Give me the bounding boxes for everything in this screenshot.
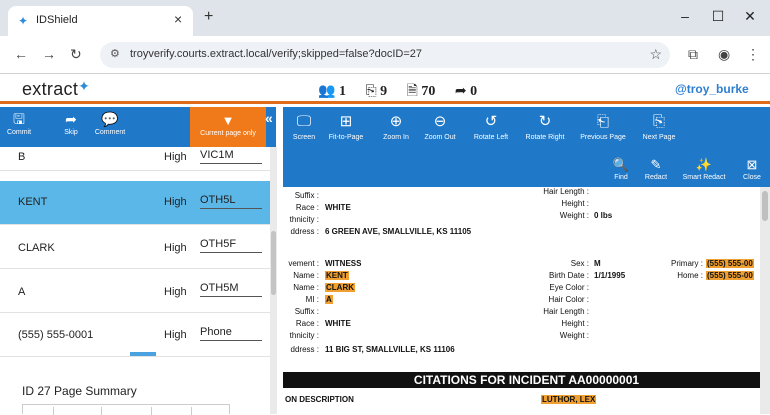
- collapse-panel-icon[interactable]: «: [265, 110, 273, 126]
- rotate-left-button[interactable]: ↺ Rotate Left: [469, 113, 513, 141]
- rotate-right-button[interactable]: ↻ Rotate Right: [521, 113, 569, 141]
- redaction-highlight[interactable]: (555) 555-00: [706, 259, 754, 268]
- magic-wand-icon: ✨: [695, 157, 713, 172]
- menu-icon[interactable]: ⋮: [746, 46, 760, 63]
- rotate-right-icon: ↻: [538, 113, 552, 130]
- redaction-highlight[interactable]: LUTHOR, LEX: [541, 395, 597, 404]
- filter-icon: ▼: [221, 113, 235, 128]
- app-header: extract✦ 👥 1 ⎘ 9 🗎 70 ➦ 0 @troy_burke: [0, 74, 770, 104]
- page-summary-title: ID 27 Page Summary: [22, 384, 137, 398]
- document-counts: 👥 1 ⎘ 9 🗎 70 ➦ 0: [318, 80, 493, 104]
- fit-to-page-button[interactable]: ⊞ Fit-to-Page: [323, 113, 369, 141]
- skip-button[interactable]: ➦ Skip: [56, 111, 86, 136]
- previous-page-icon: ⎗: [596, 113, 609, 130]
- zoom-out-icon: ⊖: [433, 113, 447, 130]
- document-page[interactable]: Suffix : Race : WHITE thnicity : ddress …: [283, 187, 770, 414]
- redaction-highlight[interactable]: (555) 555-00: [706, 271, 754, 280]
- browser-tab-bar: ✦ IDShield × + – ☐ ✕: [0, 0, 770, 36]
- bookmark-star-icon[interactable]: ☆: [649, 46, 662, 63]
- redaction-highlight[interactable]: CLARK: [325, 283, 355, 292]
- browser-tab[interactable]: ✦ IDShield ×: [8, 6, 193, 36]
- smart-redact-button[interactable]: ✨ Smart Redact: [679, 157, 729, 182]
- people-count: 👥 1: [318, 84, 346, 99]
- current-page-filter-button[interactable]: ▼ Current page only: [190, 107, 266, 147]
- docs-count: 🗎 70: [406, 84, 436, 99]
- profile-icon[interactable]: ◉: [718, 46, 730, 63]
- list-item[interactable]: KENT High OTH5L: [0, 181, 270, 225]
- skip-arrow-icon: ➦: [65, 111, 77, 127]
- list-item[interactable]: B High VIC1M: [0, 147, 270, 171]
- scrollbar-thumb[interactable]: [762, 191, 768, 221]
- reload-icon[interactable]: ↻: [70, 46, 82, 63]
- category-field[interactable]: OTH5L: [200, 194, 262, 209]
- redaction-highlight[interactable]: A: [325, 295, 333, 304]
- monitor-icon: 🖵: [296, 113, 312, 130]
- close-icon: ⊠: [746, 157, 758, 172]
- comment-icon: 💬: [101, 111, 119, 127]
- edit-icon: ✎: [650, 157, 662, 172]
- pages-count: ⎘ 9: [365, 84, 388, 99]
- search-icon: 🔍: [612, 157, 630, 172]
- list-item[interactable]: A High OTH5M: [0, 269, 270, 313]
- zoom-out-button[interactable]: ⊖ Zoom Out: [421, 113, 459, 141]
- site-settings-icon[interactable]: ⚙: [110, 47, 120, 60]
- redaction-list: B High VIC1M KENT High OTH5L CLARK High …: [0, 147, 270, 357]
- extract-logo: extract✦: [22, 78, 91, 99]
- redact-button[interactable]: ✎ Redact: [641, 157, 671, 182]
- address-bar[interactable]: ⚙ troyverify.courts.extract.local/verify…: [100, 42, 670, 68]
- forward-count: ➦ 0: [454, 84, 478, 99]
- close-tab-icon[interactable]: ×: [174, 11, 182, 27]
- back-icon[interactable]: ←: [14, 46, 28, 62]
- page-summary-table: [22, 404, 230, 415]
- cast-icon[interactable]: ⧉: [688, 46, 698, 63]
- list-item[interactable]: CLARK High OTH5F: [0, 225, 270, 269]
- screen-button[interactable]: 🖵 Screen: [289, 113, 319, 141]
- next-page-icon: ⎘: [652, 113, 665, 130]
- save-icon: 🖫: [13, 111, 25, 127]
- commit-button[interactable]: 🖫 Commit: [4, 111, 34, 136]
- zoom-in-button[interactable]: ⊕ Zoom In: [379, 113, 413, 141]
- previous-page-button[interactable]: ⎗ Previous Page: [577, 113, 629, 141]
- citations-heading: CITATIONS FOR INCIDENT AA00000001: [283, 372, 770, 388]
- forward-icon[interactable]: →: [42, 46, 56, 62]
- maximize-icon[interactable]: ☐: [708, 8, 728, 25]
- idshield-favicon-icon: ✦: [18, 14, 29, 28]
- new-tab-button[interactable]: +: [204, 8, 213, 26]
- user-name[interactable]: @troy_burke: [675, 82, 749, 96]
- list-scroll-indicator: [130, 352, 156, 356]
- next-page-button[interactable]: ⎘ Next Page: [637, 113, 681, 141]
- left-scrollbar[interactable]: [270, 147, 277, 414]
- scrollbar-thumb[interactable]: [271, 231, 276, 295]
- find-button[interactable]: 🔍 Find: [611, 157, 631, 182]
- browser-toolbar: ← → ↻ ⚙ troyverify.courts.extract.local/…: [0, 36, 770, 74]
- document-scrollbar[interactable]: [760, 187, 770, 414]
- url-text: troyverify.courts.extract.local/verify;s…: [130, 48, 423, 60]
- viewer-toolbar: 🖵 Screen ⊞ Fit-to-Page ⊕ Zoom In ⊖ Zoom …: [283, 107, 770, 187]
- list-item[interactable]: (555) 555-0001 High Phone: [0, 313, 270, 357]
- zoom-in-icon: ⊕: [389, 113, 403, 130]
- category-field[interactable]: Phone: [200, 326, 262, 341]
- rotate-left-icon: ↺: [484, 113, 498, 130]
- close-window-icon[interactable]: ✕: [740, 8, 760, 25]
- category-field[interactable]: VIC1M: [200, 149, 262, 164]
- close-viewer-button[interactable]: ⊠ Close: [739, 157, 765, 182]
- comment-button[interactable]: 💬 Comment: [90, 111, 130, 136]
- category-field[interactable]: OTH5F: [200, 238, 262, 253]
- fit-page-icon: ⊞: [339, 113, 353, 130]
- category-field[interactable]: OTH5M: [200, 282, 262, 297]
- tab-title: IDShield: [36, 14, 78, 26]
- redaction-highlight[interactable]: KENT: [325, 271, 349, 280]
- minimize-icon[interactable]: –: [675, 8, 695, 24]
